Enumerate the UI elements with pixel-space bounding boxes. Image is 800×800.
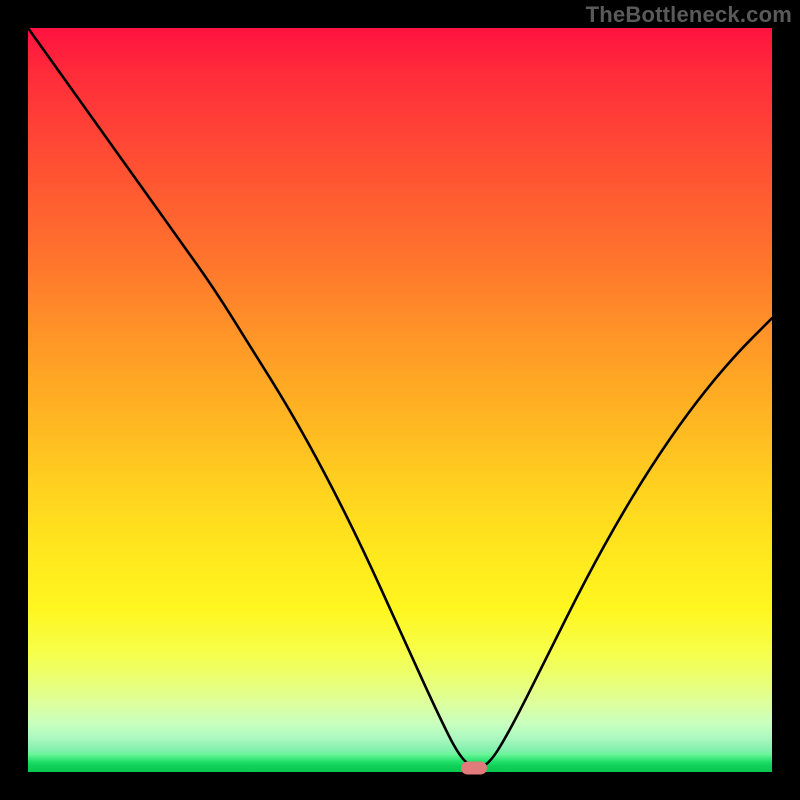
- bottleneck-curve-path: [28, 28, 772, 767]
- plot-area: [28, 28, 772, 772]
- optimum-marker: [461, 762, 487, 775]
- watermark-text: TheBottleneck.com: [586, 2, 792, 28]
- chart-frame: TheBottleneck.com: [0, 0, 800, 800]
- curve-svg: [28, 28, 772, 772]
